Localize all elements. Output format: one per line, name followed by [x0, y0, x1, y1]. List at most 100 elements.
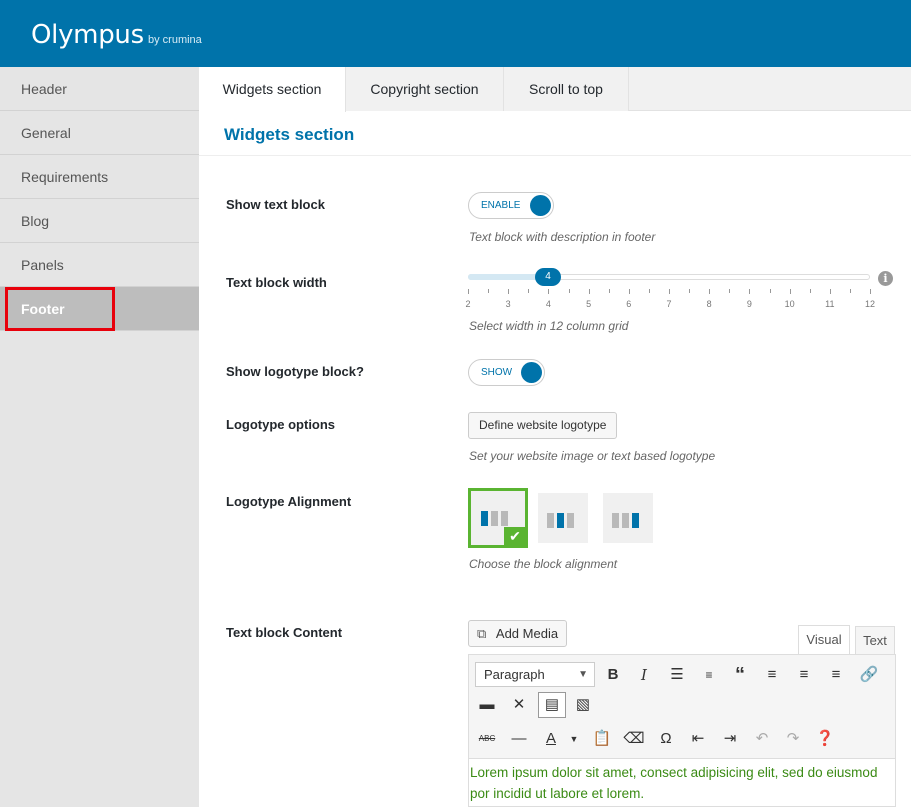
align-left-icon[interactable]: ≡ [760, 663, 784, 687]
info-icon[interactable]: i [878, 271, 893, 286]
read-more-icon[interactable]: ▬ [475, 693, 499, 717]
chevron-down-icon: ▼ [578, 669, 588, 680]
check-icon: ✔ [504, 527, 526, 546]
fullscreen-icon[interactable]: ✕ [507, 693, 531, 717]
slider-tick [508, 289, 510, 294]
align-center-option[interactable] [538, 493, 588, 543]
slider-tick [628, 289, 630, 294]
slider-tick-label: 9 [746, 299, 752, 309]
slider-tick [749, 289, 751, 294]
slider-tick-label: 11 [825, 299, 835, 309]
logotype-options-desc: Set your website image or text based log… [469, 449, 716, 463]
slider-tick [829, 289, 831, 294]
link-icon[interactable]: 🔗 [857, 663, 881, 687]
text-block-width-label: Text block width [226, 275, 327, 290]
align-block [491, 511, 498, 526]
toggle-show-label: SHOW [481, 367, 513, 378]
outdent-icon[interactable]: ⇤ [686, 727, 710, 751]
section-divider [199, 155, 911, 156]
tab-widgets-section[interactable]: Widgets section [199, 67, 346, 112]
toolbar-toggle-icon[interactable]: ▤ [538, 692, 566, 718]
slider-tick-label: 7 [666, 299, 672, 309]
clear-format-icon[interactable]: ⌫ [622, 727, 646, 751]
slider-tick [689, 289, 691, 293]
paste-text-icon[interactable]: 📋 [590, 727, 614, 751]
align-block [612, 513, 619, 528]
add-media-label: Add Media [495, 626, 559, 641]
top-bar: Olympus by crumina [0, 0, 911, 67]
numbered-list-icon[interactable]: ≡ [697, 663, 721, 687]
slider-tick-label: 8 [706, 299, 712, 309]
sidebar: Header General Requirements Blog Panels … [0, 67, 199, 807]
text-color-caret-icon[interactable]: ▼ [562, 727, 586, 751]
slider-tick [648, 289, 650, 293]
slider-tick [849, 289, 851, 293]
format-select[interactable]: Paragraph ▼ [475, 662, 595, 687]
show-logotype-toggle[interactable]: SHOW [468, 359, 545, 386]
editor-content[interactable]: Lorem ipsum dolor sit amet, consect adip… [469, 762, 895, 804]
show-text-block-label: Show text block [226, 197, 325, 212]
sidebar-item-requirements[interactable]: Requirements [0, 155, 199, 199]
main-content: Widgets section Copyright section Scroll… [199, 67, 911, 807]
slider-tick [488, 289, 490, 293]
tab-bar: Widgets section Copyright section Scroll… [199, 67, 911, 112]
section-title: Widgets section [224, 125, 355, 144]
toggle-knob [530, 195, 551, 216]
rich-text-editor: Paragraph ▼ B I ☰ ≡ “ ≡ ≡ ≡ 🔗 ▬ ✕ ▤ ▧ AB… [468, 654, 896, 807]
slider-tick [669, 289, 670, 294]
strikethrough-icon[interactable]: ABC [475, 727, 499, 751]
show-text-block-desc: Text block with description in footer [469, 230, 656, 244]
bold-icon[interactable]: B [601, 663, 625, 687]
slider-tick [870, 289, 871, 294]
slider-tick-label: 10 [784, 299, 795, 309]
align-block [557, 513, 564, 528]
help-icon[interactable]: ❓ [813, 727, 837, 751]
bullet-list-icon[interactable]: ☰ [665, 663, 689, 687]
blockquote-icon[interactable]: “ [728, 663, 752, 687]
align-block [567, 513, 574, 528]
add-media-button[interactable]: ⧉ Add Media [468, 620, 568, 647]
text-color-icon[interactable]: A [539, 727, 563, 751]
slider-tick-label: 12 [864, 299, 876, 309]
define-logotype-button[interactable]: Define website logotype [468, 412, 618, 439]
media-icon: ⧉ [477, 626, 487, 641]
width-slider-handle[interactable]: 4 [535, 268, 561, 286]
slider-tick [729, 289, 731, 293]
editor-toolbar: Paragraph ▼ B I ☰ ≡ “ ≡ ≡ ≡ 🔗 ▬ ✕ ▤ ▧ AB… [469, 655, 895, 759]
tab-copyright-section[interactable]: Copyright section [346, 67, 504, 111]
slider-tick [789, 289, 791, 294]
horizontal-rule-icon[interactable]: — [507, 727, 531, 751]
tab-visual[interactable]: Visual [798, 625, 850, 655]
show-logotype-label: Show logotype block? [226, 364, 364, 379]
text-block-content-label: Text block Content [226, 625, 343, 640]
slider-tick [769, 289, 771, 293]
align-right-icon[interactable]: ≡ [824, 663, 848, 687]
slider-tick [548, 289, 550, 294]
sidebar-item-blog[interactable]: Blog [0, 199, 199, 243]
align-right-option[interactable] [603, 493, 653, 543]
sidebar-item-general[interactable]: General [0, 111, 199, 155]
sidebar-item-header[interactable]: Header [0, 67, 199, 111]
undo-icon[interactable]: ↶ [750, 727, 774, 751]
slider-tick [528, 289, 530, 293]
indent-icon[interactable]: ⇥ [718, 727, 742, 751]
logotype-options-label: Logotype options [226, 417, 336, 432]
tab-text[interactable]: Text [855, 626, 895, 654]
italic-icon[interactable]: I [632, 663, 656, 687]
insert-image-icon[interactable]: ▧ [571, 693, 595, 717]
footer-highlight-box [5, 287, 115, 331]
slider-tick-label: 4 [545, 299, 551, 309]
special-character-icon[interactable]: Ω [654, 727, 678, 751]
sidebar-item-panels[interactable]: Panels [0, 243, 199, 287]
format-select-value: Paragraph [484, 667, 545, 682]
tab-scroll-to-top[interactable]: Scroll to top [504, 67, 629, 111]
width-slider-ticks: 2 3 4 5 6 7 8 9 10 11 12 [465, 289, 875, 309]
slider-tick [568, 289, 570, 293]
align-block [632, 513, 639, 528]
show-text-block-toggle[interactable]: ENABLE [468, 192, 554, 219]
align-center-icon[interactable]: ≡ [792, 663, 816, 687]
slider-tick [709, 289, 711, 294]
redo-icon[interactable]: ↷ [781, 727, 805, 751]
slider-tick [809, 289, 811, 293]
align-left-option[interactable]: ✔ [468, 488, 528, 548]
